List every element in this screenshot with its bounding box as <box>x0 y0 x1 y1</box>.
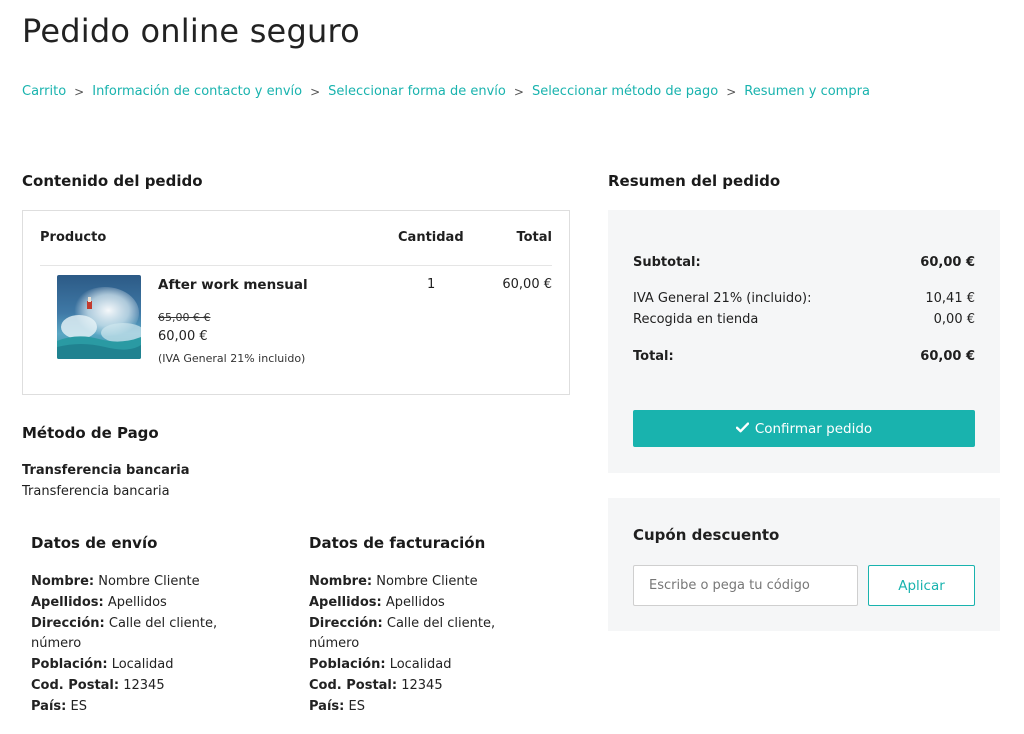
product-total: 60,00 € <box>502 277 552 292</box>
summary-subtotal-row: Subtotal: 60,00 € <box>633 255 975 270</box>
order-contents-table: Producto Cantidad Total After work mensu… <box>22 210 570 395</box>
total-label: Total: <box>633 349 674 364</box>
shipping-city: Localidad <box>111 657 174 673</box>
product-image[interactable] <box>57 275 141 359</box>
breadcrumb-cart[interactable]: Carrito <box>22 84 66 99</box>
billing-address-line1: Calle del cliente, <box>386 615 496 631</box>
billing-address-line2: número <box>309 636 360 652</box>
breadcrumb-separator: > <box>74 84 85 99</box>
product-quantity: 1 <box>427 277 436 292</box>
total-value: 60,00 € <box>920 349 975 364</box>
order-summary-heading: Resumen del pedido <box>608 172 781 190</box>
billing-country: ES <box>348 698 365 714</box>
column-quantity: Cantidad <box>398 230 464 245</box>
product-name[interactable]: After work mensual <box>158 277 308 293</box>
shipping-address-block: Nombre: Nombre Cliente Apellidos: Apelli… <box>31 572 271 718</box>
page-title: Pedido online seguro <box>22 12 360 50</box>
confirm-order-button[interactable]: Confirmar pedido <box>633 410 975 447</box>
billing-city: Localidad <box>389 657 452 673</box>
order-contents-heading: Contenido del pedido <box>22 172 203 190</box>
product-tax-note: (IVA General 21% incluido) <box>158 352 306 365</box>
shipping-zip: 12345 <box>123 677 165 693</box>
billing-zip-label: Cod. Postal: <box>309 677 398 693</box>
billing-zip: 12345 <box>401 677 443 693</box>
breadcrumb-summary[interactable]: Resumen y compra <box>744 84 870 99</box>
tax-value: 10,41 € <box>925 291 975 306</box>
shipping-address-line1: Calle del cliente, <box>108 615 218 631</box>
subtotal-value: 60,00 € <box>920 255 975 270</box>
billing-name: Nombre Cliente <box>376 574 478 589</box>
shipping-address-line2: número <box>31 636 82 652</box>
shipping-name: Nombre Cliente <box>98 574 200 589</box>
product-price: 60,00 € <box>158 329 208 344</box>
summary-tax-row: IVA General 21% (incluido): 10,41 € <box>633 291 975 306</box>
shipping-name-label: Nombre: <box>31 574 95 589</box>
coupon-panel: Cupón descuento Aplicar <box>608 498 1000 631</box>
check-icon <box>735 421 750 437</box>
billing-address-block: Nombre: Nombre Cliente Apellidos: Apelli… <box>309 572 549 718</box>
pickup-value: 0,00 € <box>933 312 975 327</box>
shipping-surname: Apellidos <box>107 594 167 610</box>
billing-address-label: Dirección: <box>309 615 383 631</box>
coupon-heading: Cupón descuento <box>633 526 780 544</box>
shipping-city-label: Población: <box>31 657 108 673</box>
breadcrumb-separator: > <box>513 84 524 99</box>
breadcrumb-shipping-method[interactable]: Seleccionar forma de envío <box>328 84 506 99</box>
payment-method-name: Transferencia bancaria <box>22 463 190 478</box>
payment-method-description: Transferencia bancaria <box>22 484 170 499</box>
billing-country-label: País: <box>309 698 345 714</box>
product-old-price: 65,00 € € <box>158 311 211 324</box>
shipping-data-heading: Datos de envío <box>31 534 158 552</box>
summary-total-row: Total: 60,00 € <box>633 349 975 364</box>
order-table-header: Producto Cantidad Total <box>40 230 552 266</box>
summary-pickup-row: Recogida en tienda 0,00 € <box>633 312 975 327</box>
payment-method-heading: Método de Pago <box>22 424 159 442</box>
billing-surname-label: Apellidos: <box>309 594 382 610</box>
pickup-label: Recogida en tienda <box>633 312 759 327</box>
shipping-zip-label: Cod. Postal: <box>31 677 120 693</box>
billing-data-heading: Datos de facturación <box>309 534 486 552</box>
breadcrumb-contact-shipping[interactable]: Información de contacto y envío <box>92 84 302 99</box>
apply-coupon-button[interactable]: Aplicar <box>868 565 975 606</box>
breadcrumb-separator: > <box>310 84 321 99</box>
tax-label: IVA General 21% (incluido): <box>633 291 812 306</box>
shipping-country: ES <box>70 698 87 714</box>
billing-name-label: Nombre: <box>309 574 373 589</box>
billing-surname: Apellidos <box>385 594 445 610</box>
billing-city-label: Población: <box>309 657 386 673</box>
coupon-code-input[interactable] <box>633 565 858 606</box>
breadcrumb-payment-method[interactable]: Seleccionar método de pago <box>532 84 718 99</box>
shipping-country-label: País: <box>31 698 67 714</box>
column-total: Total <box>516 230 552 245</box>
confirm-order-label: Confirmar pedido <box>754 420 873 437</box>
column-product: Producto <box>40 230 107 245</box>
order-summary-panel: Subtotal: 60,00 € IVA General 21% (inclu… <box>608 210 1000 473</box>
shipping-address-label: Dirección: <box>31 615 105 631</box>
breadcrumb: Carrito > Información de contacto y enví… <box>22 84 870 99</box>
breadcrumb-separator: > <box>726 84 737 99</box>
shipping-surname-label: Apellidos: <box>31 594 104 610</box>
subtotal-label: Subtotal: <box>633 255 701 270</box>
